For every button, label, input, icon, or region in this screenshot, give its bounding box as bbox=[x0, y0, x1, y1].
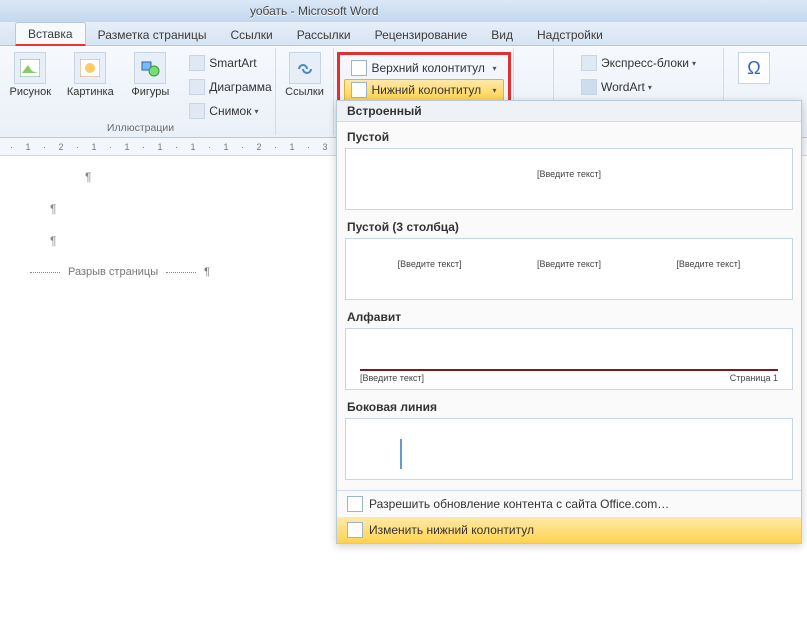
option-blank3-title: Пустой (3 столбца) bbox=[347, 220, 793, 234]
btn-office-update[interactable]: Разрешить обновление контента с сайта Of… bbox=[337, 491, 801, 517]
omega-icon: Ω bbox=[738, 52, 770, 84]
group-illustrations-label: Иллюстрации bbox=[6, 122, 275, 134]
gallery-section-header: Встроенный bbox=[337, 101, 801, 122]
page-break-label: Разрыв страницы bbox=[60, 266, 166, 278]
placeholder-text: [Введите текст] bbox=[360, 373, 424, 383]
btn-picture-label: Рисунок bbox=[10, 87, 52, 99]
btn-screenshot-label: Снимок bbox=[209, 104, 251, 118]
btn-shapes-label: Фигуры bbox=[131, 87, 169, 99]
group-links: Ссылки bbox=[276, 48, 334, 135]
btn-chart[interactable]: Диаграмма bbox=[183, 76, 277, 98]
paragraph-mark: ¶ bbox=[50, 202, 310, 216]
clipart-icon bbox=[74, 52, 106, 84]
option-blank[interactable]: [Введите текст] bbox=[345, 148, 793, 210]
option-alphabet[interactable]: [Введите текст] Страница 1 bbox=[345, 328, 793, 390]
placeholder-text: [Введите текст] bbox=[360, 169, 778, 179]
screenshot-icon bbox=[189, 103, 205, 119]
chevron-down-icon: ▾ bbox=[254, 107, 258, 116]
btn-office-update-label: Разрешить обновление контента с сайта Of… bbox=[369, 497, 669, 511]
option-blank-3col[interactable]: [Введите текст] [Введите текст] [Введите… bbox=[345, 238, 793, 300]
chevron-down-icon: ▾ bbox=[492, 64, 496, 73]
edit-footer-icon bbox=[347, 522, 363, 538]
tab-review[interactable]: Рецензирование bbox=[363, 24, 480, 45]
tab-addins[interactable]: Надстройки bbox=[525, 24, 615, 45]
group-illustrations: Рисунок Картинка Фигуры SmartArt Диаграм… bbox=[6, 48, 276, 135]
option-alphabet-title: Алфавит bbox=[347, 310, 793, 324]
btn-clipart[interactable]: Картинка bbox=[63, 50, 117, 99]
btn-smartart-label: SmartArt bbox=[209, 56, 256, 70]
tab-references[interactable]: Ссылки bbox=[218, 24, 284, 45]
paragraph-mark: ¶ bbox=[85, 170, 310, 184]
picture-icon bbox=[14, 52, 46, 84]
btn-footer-label: Нижний колонтитул bbox=[372, 83, 482, 97]
paragraph-mark: ¶ bbox=[204, 266, 210, 278]
wordart-icon bbox=[581, 79, 597, 95]
footer-gallery-dropdown: Встроенный Пустой [Введите текст] Пустой… bbox=[336, 100, 802, 544]
tab-view[interactable]: Вид bbox=[479, 24, 525, 45]
page-preview[interactable]: ¶ ¶ ¶ Разрыв страницы ¶ bbox=[30, 170, 310, 278]
refresh-icon bbox=[347, 496, 363, 512]
placeholder-text: [Введите текст] bbox=[537, 259, 601, 269]
btn-wordart-label: WordArt bbox=[601, 80, 645, 94]
tab-page-layout[interactable]: Разметка страницы bbox=[86, 24, 219, 45]
tab-mailings[interactable]: Рассылки bbox=[285, 24, 363, 45]
chevron-down-icon: ▾ bbox=[648, 83, 652, 92]
btn-symbol[interactable]: Ω bbox=[727, 50, 781, 84]
btn-wordart[interactable]: WordArt▾ bbox=[575, 76, 702, 98]
links-icon bbox=[289, 52, 321, 84]
btn-header-label: Верхний колонтитул bbox=[372, 61, 485, 75]
btn-footer[interactable]: Нижний колонтитул ▾ bbox=[344, 79, 504, 101]
chevron-down-icon: ▾ bbox=[492, 86, 496, 95]
placeholder-text: [Введите текст] bbox=[676, 259, 740, 269]
page-number-label: Страница 1 bbox=[730, 373, 778, 383]
gallery-footer: Разрешить обновление контента с сайта Of… bbox=[337, 490, 801, 543]
header-icon bbox=[351, 60, 367, 76]
paragraph-mark: ¶ bbox=[50, 234, 310, 248]
btn-quickparts[interactable]: Экспресс-блоки▾ bbox=[575, 52, 702, 74]
btn-smartart[interactable]: SmartArt bbox=[183, 52, 277, 74]
placeholder-text: [Введите текст] bbox=[398, 259, 462, 269]
btn-header[interactable]: Верхний колонтитул ▾ bbox=[344, 57, 504, 79]
option-sideline-title: Боковая линия bbox=[347, 400, 793, 414]
chevron-down-icon: ▾ bbox=[692, 59, 696, 68]
btn-quickparts-label: Экспресс-блоки bbox=[601, 56, 689, 70]
btn-links-label: Ссылки bbox=[285, 87, 324, 99]
document-title: уобать - Microsoft Word bbox=[250, 4, 378, 18]
btn-edit-footer[interactable]: Изменить нижний колонтитул bbox=[337, 517, 801, 543]
option-blank-title: Пустой bbox=[347, 130, 793, 144]
ribbon-tabs: Вставка Разметка страницы Ссылки Рассылк… bbox=[0, 22, 807, 46]
tab-insert[interactable]: Вставка bbox=[15, 22, 86, 46]
btn-screenshot[interactable]: Снимок▾ bbox=[183, 100, 277, 122]
header-footer-highlight: Верхний колонтитул ▾ Нижний колонтитул ▾ bbox=[337, 52, 511, 106]
smartart-icon bbox=[189, 55, 205, 71]
gallery-body: Пустой [Введите текст] Пустой (3 столбца… bbox=[337, 122, 801, 490]
btn-picture[interactable]: Рисунок bbox=[3, 50, 57, 99]
window-titlebar: уобать - Microsoft Word bbox=[0, 0, 807, 22]
btn-clipart-label: Картинка bbox=[67, 87, 114, 99]
option-sideline[interactable] bbox=[345, 418, 793, 480]
quickparts-icon bbox=[581, 55, 597, 71]
btn-shapes[interactable]: Фигуры bbox=[123, 50, 177, 99]
chart-icon bbox=[189, 79, 205, 95]
btn-chart-label: Диаграмма bbox=[209, 80, 271, 94]
btn-links[interactable]: Ссылки bbox=[278, 50, 332, 99]
footer-icon bbox=[351, 82, 367, 98]
page-break-marker: Разрыв страницы ¶ bbox=[30, 266, 310, 278]
btn-edit-footer-label: Изменить нижний колонтитул bbox=[369, 523, 534, 537]
shapes-icon bbox=[134, 52, 166, 84]
